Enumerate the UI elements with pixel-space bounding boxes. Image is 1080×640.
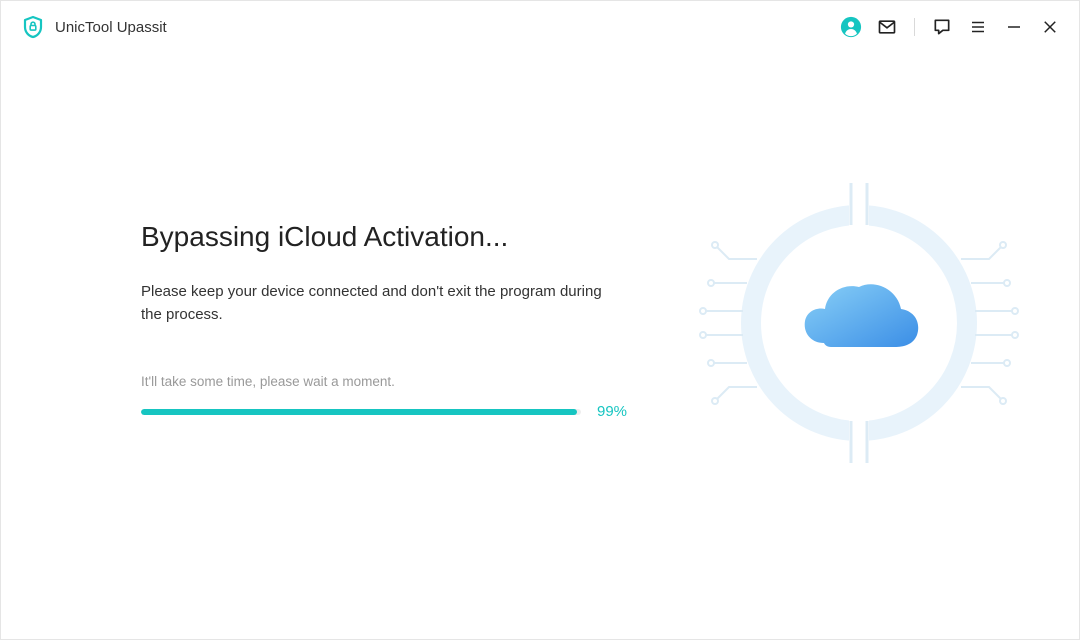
- titlebar-divider: [914, 18, 915, 36]
- app-title: UnicTool Upassit: [55, 19, 167, 36]
- close-icon[interactable]: [1039, 16, 1061, 38]
- content: Bypassing iCloud Activation... Please ke…: [1, 53, 1079, 639]
- cloud-illustration: [699, 163, 1019, 483]
- mail-icon[interactable]: [876, 16, 898, 38]
- progress-hint: It'll take some time, please wait a mome…: [141, 374, 641, 389]
- titlebar-actions: [840, 16, 1061, 38]
- progress-fill: [141, 409, 577, 415]
- account-icon[interactable]: [840, 16, 862, 38]
- brand: UnicTool Upassit: [21, 15, 167, 39]
- minimize-icon[interactable]: [1003, 16, 1025, 38]
- chat-icon[interactable]: [931, 16, 953, 38]
- titlebar: UnicTool Upassit: [1, 1, 1079, 53]
- progress-percent: 99%: [597, 403, 627, 420]
- page-heading: Bypassing iCloud Activation...: [141, 221, 641, 253]
- main-panel: Bypassing iCloud Activation... Please ke…: [141, 221, 641, 420]
- brand-logo-icon: [21, 15, 45, 39]
- menu-icon[interactable]: [967, 16, 989, 38]
- progress-row: 99%: [141, 403, 641, 420]
- page-subtext: Please keep your device connected and do…: [141, 281, 621, 326]
- progress-bar: [141, 409, 581, 415]
